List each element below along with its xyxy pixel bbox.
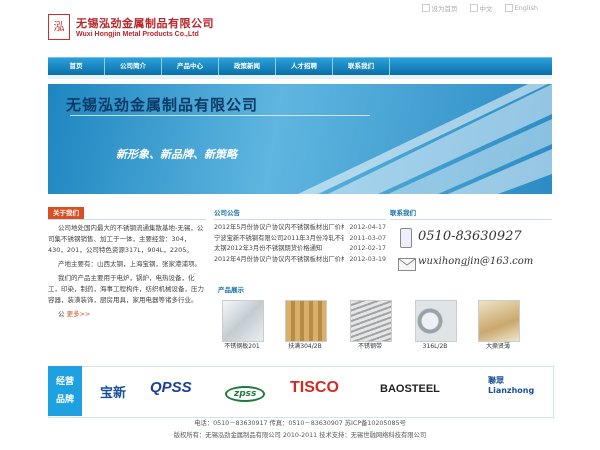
news-heading: 公司公告 xyxy=(214,207,386,220)
brands-label-line: 经营 xyxy=(55,377,74,387)
about-more-row: 公 更多>> xyxy=(58,310,91,318)
about-paragraph: 公司地处国内最大的不锈钢流通集散基地-无锡，公司集不锈钢销售、加工于一体，主要经… xyxy=(48,224,204,254)
product-image[interactable] xyxy=(350,300,392,342)
about-text: 公司地处国内最大的不锈钢流通集散基地-无锡，公司集不锈钢销售、加工于一体，主要经… xyxy=(48,223,206,320)
about-section: 关于我们 公司地处国内最大的不锈钢流通集散基地-无锡，公司集不锈钢销售、加工于一… xyxy=(48,207,206,320)
product-card[interactable]: 不锈钢带 xyxy=(350,300,392,351)
product-card[interactable]: 大撕贤薄 xyxy=(478,300,520,351)
product-image[interactable] xyxy=(285,300,327,342)
banner-divider xyxy=(70,115,370,116)
contact-heading-label[interactable]: 联系我们 xyxy=(390,207,416,219)
brands-label-line: 品牌 xyxy=(55,395,74,405)
news-section: 公司公告 2012年5月份协议户协议内不锈钢板材出厂价格 2012-04-17 宁… xyxy=(214,207,386,265)
banner-slogan: 新形象、新品牌、新策略 xyxy=(116,148,237,161)
brand-zpss[interactable]: zpss xyxy=(225,386,266,402)
set-homepage-link[interactable]: 设为首页 xyxy=(421,3,458,13)
product-caption[interactable]: 大撕贤薄 xyxy=(478,342,518,351)
news-item[interactable]: 2012年5月份协议户协议内不锈钢板材出厂价格 2012-04-17 xyxy=(214,223,386,234)
mail-envelope-shape xyxy=(398,258,416,266)
nav-jobs[interactable]: 人才招聘 xyxy=(276,58,333,75)
brands-label: 经营 品牌 xyxy=(48,366,82,416)
about-heading: 关于我们 xyxy=(48,207,206,220)
main-nav: 首页 公司简介 产品中心 政策新闻 人才招聘 联系我们 xyxy=(48,57,552,75)
brand-tisco[interactable]: TISCO xyxy=(290,379,339,397)
brand-qpss[interactable]: QPSS xyxy=(150,379,192,396)
footer-copyright-line: 版权所有：无锡泓劲金属制品有限公司 2010-2011 技术支持：无锡世融网络科… xyxy=(173,432,427,439)
contact-heading: 联系我们 xyxy=(390,207,552,220)
company-logo[interactable]: 泓 xyxy=(48,14,70,40)
contact-section: 联系我们 xyxy=(390,207,552,220)
news-item[interactable]: 宁波宝新不锈钢有限公司2011年3月份冷轧不锈 2011-03-07 xyxy=(214,234,386,245)
english-link[interactable]: English xyxy=(504,3,538,13)
product-image[interactable] xyxy=(415,300,457,342)
nav-news[interactable]: 政策新闻 xyxy=(219,58,276,75)
brand-baoxin[interactable]: 宝新 xyxy=(100,382,126,401)
phone-icon xyxy=(400,228,412,248)
hero-banner: 无锡泓劲金属制品有限公司 新形象、新品牌、新策略 xyxy=(48,84,552,194)
brand-lianzhong[interactable]: 聯眾 Lianzhong xyxy=(488,376,550,396)
nav-home[interactable]: 首页 xyxy=(48,58,105,75)
product-caption[interactable]: 扶满304/2B xyxy=(285,342,325,351)
about-paragraph: 产地主要有：山西太钢，上海宝钢，张家港浦项。 xyxy=(58,260,201,268)
nav-about[interactable]: 公司简介 xyxy=(105,58,162,75)
nav-products[interactable]: 产品中心 xyxy=(162,58,219,75)
product-card[interactable]: 扶满304/2B xyxy=(285,300,327,351)
company-name-cn: 无锡泓劲金属制品有限公司 xyxy=(76,17,214,30)
about-heading-label[interactable]: 关于我们 xyxy=(48,207,84,219)
brand-baosteel[interactable]: BAOSTEEL xyxy=(380,383,440,395)
about-paragraph: 我们的产品主要用于电炉，锅炉，电热设备，化工，印染，制药，海事工程构件，纺织机械… xyxy=(48,274,204,304)
product-card[interactable]: 316L/2B xyxy=(415,300,457,351)
product-image[interactable] xyxy=(478,300,520,342)
news-list: 2012年5月份协议户协议内不锈钢板材出厂价格 2012-04-17 宁波宝新不锈… xyxy=(214,223,386,265)
nav-subbar xyxy=(48,75,552,79)
contact-email: wuxihongjin@163.com xyxy=(418,256,534,267)
product-card[interactable]: 不锈钢板201 xyxy=(222,300,264,351)
nav-contact[interactable]: 联系我们 xyxy=(333,58,390,75)
top-links: 设为首页 中文 English xyxy=(421,3,538,13)
about-more-link[interactable]: 更多>> xyxy=(67,310,91,318)
news-heading-label[interactable]: 公司公告 xyxy=(214,207,240,219)
product-caption[interactable]: 不锈钢板201 xyxy=(222,342,262,351)
product-caption[interactable]: 316L/2B xyxy=(415,342,455,351)
news-item[interactable]: 太钢2012年3月份不锈钢期货价格通知 2012-02-17 xyxy=(214,244,386,255)
banner-title: 无锡泓劲金属制品有限公司 xyxy=(66,96,259,114)
contact-phone: 0510-83630927 xyxy=(418,229,522,244)
products-heading-label[interactable]: 产品展示 xyxy=(214,284,248,296)
company-name-en: Wuxi Hongjin Metal Products Co.,Ltd xyxy=(76,31,199,38)
product-caption[interactable]: 不锈钢带 xyxy=(350,342,390,351)
mail-icon xyxy=(398,258,416,271)
flag-en-icon xyxy=(504,4,513,12)
flag-cn-icon xyxy=(469,4,478,12)
home-icon xyxy=(421,4,430,12)
footer-contact-line: 电话：0510－83630917 传真：0510－83630907 苏ICP备1… xyxy=(194,420,406,427)
products-heading: 产品展示 xyxy=(214,284,386,297)
chinese-link[interactable]: 中文 xyxy=(469,3,493,13)
product-image[interactable] xyxy=(222,300,264,342)
news-item[interactable]: 2012年4月份协议户协议内不锈钢板材出厂价格 2012-03-19 xyxy=(214,255,386,266)
footer: 电话：0510－83630917 传真：0510－83630907 苏ICP备1… xyxy=(0,418,600,442)
